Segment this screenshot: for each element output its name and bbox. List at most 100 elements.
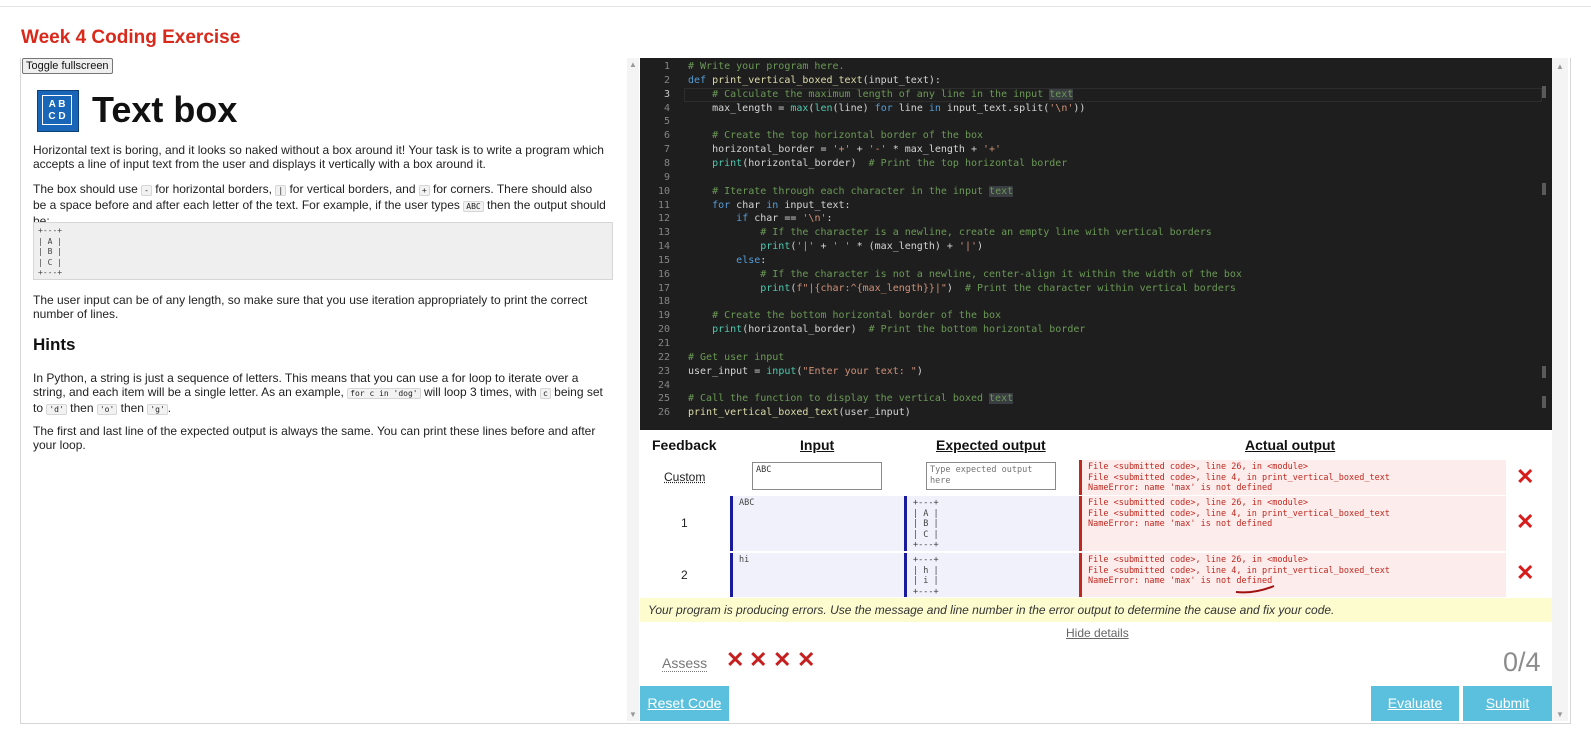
fail-icon: ✕ <box>749 647 768 672</box>
line-number: 4 <box>663 102 670 114</box>
code-text[interactable]: if char == '\n': <box>688 212 832 226</box>
code-text[interactable]: def print_vertical_boxed_text(input_text… <box>688 74 941 88</box>
code-line[interactable]: 8 print(horizontal_border) # Print the t… <box>640 157 1552 171</box>
input-header: Input <box>800 437 835 453</box>
code-text[interactable]: # Call the function to display the verti… <box>688 392 1014 406</box>
scroll-down-icon[interactable]: ▼ <box>1554 710 1566 719</box>
code-line[interactable]: 26 print_vertical_boxed_text(user_input) <box>640 406 1552 420</box>
scroll-up-icon[interactable]: ▲ <box>627 60 639 69</box>
line-number: 17 <box>657 282 670 294</box>
code-line[interactable]: 15 else: <box>640 254 1552 268</box>
hints-heading: Hints <box>33 335 76 354</box>
code-line[interactable]: 25 # Call the function to display the ver… <box>640 392 1552 406</box>
code-text[interactable]: for char in input_text: <box>688 199 850 213</box>
expected-output-header: Expected output <box>936 437 1046 453</box>
code-text[interactable]: print(horizontal_border) # Print the bot… <box>688 323 1085 337</box>
code-line[interactable]: 22 # Get user input <box>640 351 1552 365</box>
fail-icon: ✕ <box>797 647 816 672</box>
line-number: 18 <box>657 296 670 308</box>
scroll-down-icon[interactable]: ▼ <box>627 710 639 719</box>
code-line[interactable]: 24 <box>640 379 1552 393</box>
code-line[interactable]: 7 horizontal_border = '+' + '-' * max_le… <box>640 143 1552 157</box>
evaluate-button[interactable]: Evaluate <box>1371 686 1459 721</box>
line-number: 7 <box>663 144 670 156</box>
editor-scrollbar[interactable]: ▲ ▼ <box>1552 58 1568 721</box>
code-text[interactable]: # If the character is a newline, create … <box>688 226 1212 240</box>
code-line[interactable]: 21 <box>640 337 1552 351</box>
code-text[interactable]: print(horizontal_border) # Print the top… <box>688 157 1067 171</box>
code-text[interactable]: # If the character is not a newline, cen… <box>688 268 1242 282</box>
code-line[interactable]: 18 <box>640 295 1552 309</box>
code-line[interactable]: 3 # Calculate the maximum length of any … <box>640 87 1552 102</box>
pen-annotation-icon <box>1235 585 1275 594</box>
assess-label: Assess <box>662 655 708 672</box>
code-line[interactable]: 9 <box>640 171 1552 185</box>
code-text[interactable]: print(f"|{char:^{max_length}}|") # Print… <box>688 282 1236 296</box>
code-line[interactable]: 16 # If the character is not a newline, … <box>640 268 1552 282</box>
textbox-logo-icon: A BC D <box>37 90 79 132</box>
reset-code-button[interactable]: Reset Code <box>640 686 729 721</box>
top-divider <box>0 6 1591 7</box>
code-line[interactable]: 4 max_length = max(len(line) for line in… <box>640 102 1552 116</box>
left-panel-scrollbar[interactable]: ▲ ▼ <box>627 58 639 721</box>
line-number: 15 <box>657 254 670 266</box>
code-line[interactable]: 12 if char == '\n': <box>640 212 1552 226</box>
line-number: 5 <box>663 116 670 128</box>
code-text[interactable]: user_input = input("Enter your text: ") <box>688 365 923 379</box>
code-line[interactable]: 23 user_input = input("Enter your text: "… <box>640 365 1552 379</box>
line-number: 6 <box>663 130 670 142</box>
test-2-input: hi <box>730 553 905 597</box>
code-line[interactable]: 17 print(f"|{char:^{max_length}}|") # Pr… <box>640 282 1552 296</box>
scroll-up-icon[interactable]: ▲ <box>1554 62 1566 71</box>
code-editor[interactable]: 1 # Write your program here. 2 def print_ve… <box>640 58 1552 430</box>
intro-paragraph: Horizontal text is boring, and it looks … <box>33 143 604 171</box>
fail-icon: ✕ <box>1516 464 1535 489</box>
submit-button[interactable]: Submit <box>1463 686 1552 721</box>
code-text[interactable]: # Iterate through each character in the … <box>688 185 1014 199</box>
code-text[interactable]: else: <box>688 254 766 268</box>
line-number: 2 <box>663 74 670 86</box>
line-number: 25 <box>657 393 670 405</box>
code-line[interactable]: 14 print('|' + ' ' * (max_length) + '|') <box>640 240 1552 254</box>
line-number: 8 <box>663 157 670 169</box>
hide-details-link[interactable]: Hide details <box>1066 626 1129 640</box>
custom-input-field[interactable] <box>752 462 882 490</box>
code-line[interactable]: 11 for char in input_text: <box>640 199 1552 213</box>
code-text[interactable]: # Calculate the maximum length of any li… <box>688 88 1074 102</box>
code-text[interactable]: horizontal_border = '+' + '-' * max_leng… <box>688 143 1001 157</box>
custom-expected-field[interactable] <box>926 462 1056 490</box>
code-text[interactable]: max_length = max(len(line) for line in i… <box>688 102 1085 116</box>
line-number: 20 <box>657 324 670 336</box>
test-row-number: 2 <box>681 568 688 582</box>
code-text[interactable]: # Get user input <box>688 351 784 365</box>
hint-paragraph-1: In Python, a string is just a sequence o… <box>33 371 603 415</box>
custom-actual-output: File <submitted code>, line 26, in <modu… <box>1079 460 1506 495</box>
code-text[interactable]: # Create the top horizontal border of th… <box>688 129 983 143</box>
code-text[interactable]: # Create the bottom horizontal border of… <box>688 309 1001 323</box>
code-line[interactable]: 10 # Iterate through each character in t… <box>640 185 1552 199</box>
code-text[interactable]: print('|' + ' ' * (max_length) + '|') <box>688 240 983 254</box>
code-line[interactable]: 5 <box>640 115 1552 129</box>
code-line[interactable]: 20 print(horizontal_border) # Print the … <box>640 323 1552 337</box>
code-line[interactable]: 13 # If the character is a newline, crea… <box>640 226 1552 240</box>
error-notice: Your program is producing errors. Use th… <box>640 598 1552 622</box>
actual-output-header: Actual output <box>1245 437 1336 453</box>
fail-icon: ✕ <box>1516 509 1535 534</box>
line-number: 24 <box>657 379 670 391</box>
test-1-input: ABC <box>730 496 905 551</box>
line-number: 1 <box>663 61 670 72</box>
code-line[interactable]: 6 # Create the top horizontal border of … <box>640 129 1552 143</box>
toggle-fullscreen-button[interactable]: Toggle fullscreen <box>22 58 113 74</box>
code-line[interactable]: 2 def print_vertical_boxed_text(input_tex… <box>640 74 1552 88</box>
code-line[interactable]: 19 # Create the bottom horizontal border… <box>640 309 1552 323</box>
line-number: 16 <box>657 268 670 280</box>
line-number: 3 <box>663 88 670 100</box>
score-display: 0/4 <box>1503 647 1541 677</box>
code-line[interactable]: 1 # Write your program here. <box>640 60 1552 74</box>
problem-heading: Text box <box>92 89 238 130</box>
code-text[interactable]: # Write your program here. <box>688 60 845 74</box>
test-2-expected: +---+ | h | | i | +---+ <box>904 553 1079 597</box>
code-text[interactable]: print_vertical_boxed_text(user_input) <box>688 406 911 420</box>
problem-description-panel: Toggle fullscreen A BC D Text box Horizo… <box>21 58 626 721</box>
line-number: 22 <box>657 351 670 363</box>
